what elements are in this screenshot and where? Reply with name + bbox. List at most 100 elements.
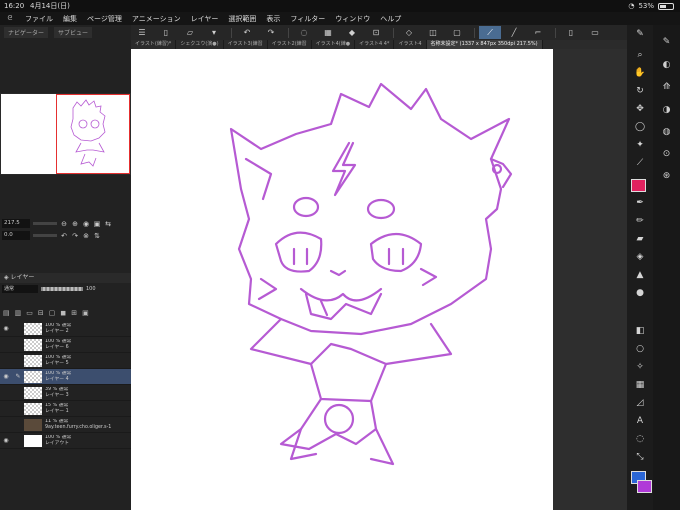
- background-color-swatch[interactable]: [637, 480, 652, 493]
- menu-icon[interactable]: ☰: [131, 26, 153, 39]
- menu-animation[interactable]: アニメーション: [127, 14, 186, 24]
- layer-row[interactable]: ◉ 100 % 通常 レイアウト: [0, 433, 131, 449]
- frame-icon[interactable]: ▦: [627, 380, 653, 390]
- new-raster-layer-icon[interactable]: ▤: [3, 309, 10, 319]
- visibility-eye-icon[interactable]: ◉: [0, 325, 12, 332]
- opacity-slider[interactable]: [41, 287, 83, 291]
- navigator-preview[interactable]: [0, 93, 131, 175]
- magic-wand-icon[interactable]: ✦: [627, 140, 653, 150]
- lasso-icon[interactable]: ◯: [627, 122, 653, 132]
- save-icon[interactable]: ▾: [203, 26, 225, 39]
- document-tab[interactable]: イラスト4: [394, 40, 427, 49]
- new-vector-layer-icon[interactable]: ▥: [15, 309, 22, 319]
- document-tab[interactable]: イラスト4(練●: [312, 40, 356, 49]
- gradient-icon[interactable]: ◧: [627, 326, 653, 336]
- blend-icon[interactable]: ▲: [627, 270, 653, 280]
- menu-selection[interactable]: 選択範囲: [223, 14, 261, 24]
- balloon-icon[interactable]: ◌: [627, 434, 653, 444]
- smartphone-icon[interactable]: ▯: [560, 26, 582, 39]
- pen-icon[interactable]: ✒: [627, 198, 653, 208]
- stabilize-icon[interactable]: ⌐: [527, 26, 549, 39]
- select-icon[interactable]: ◌: [293, 26, 315, 39]
- zoom-slider[interactable]: [33, 222, 57, 225]
- canvas-page[interactable]: [131, 49, 553, 510]
- document-tab[interactable]: シェクユウ(演●): [176, 40, 224, 49]
- ruler-icon[interactable]: ◿: [627, 398, 653, 408]
- new-folder-icon[interactable]: ▭: [26, 309, 33, 319]
- tool-property-icon[interactable]: ◑: [653, 105, 680, 115]
- document-tab[interactable]: イラスト(練習)*: [131, 40, 177, 49]
- blur-icon[interactable]: ●: [627, 288, 653, 298]
- hide-selection-icon[interactable]: ◇: [398, 26, 420, 39]
- menu-help[interactable]: ヘルプ: [375, 14, 406, 24]
- navigator-view-frame[interactable]: [56, 94, 130, 174]
- visibility-eye-icon[interactable]: ◉: [0, 373, 12, 380]
- layer-row[interactable]: 15 % 通常 レイヤー 1: [0, 401, 131, 417]
- pen-pressure-icon[interactable]: ╱: [503, 26, 525, 39]
- pen-settings-icon[interactable]: ✎: [627, 29, 653, 39]
- canvas-area[interactable]: [131, 49, 627, 510]
- sparkle-icon[interactable]: ✧: [627, 362, 653, 372]
- document-tab[interactable]: イラスト3(練習: [224, 40, 268, 49]
- reset-rotation-icon[interactable]: ⊗: [82, 232, 90, 240]
- search-icon[interactable]: ⊛: [653, 171, 680, 181]
- deselect-icon[interactable]: ▦: [317, 26, 339, 39]
- mask-icon[interactable]: ◼: [60, 309, 66, 319]
- pencil-icon[interactable]: ✏: [627, 216, 653, 226]
- edit-target-icon[interactable]: ✎: [12, 373, 24, 380]
- rotation-slider[interactable]: [33, 234, 57, 237]
- fit-icon[interactable]: ◉: [82, 220, 90, 228]
- tab-navigator[interactable]: ナビゲーター: [4, 26, 49, 38]
- menu-filter[interactable]: フィルター: [285, 14, 330, 24]
- document-tab[interactable]: イラスト2(練習: [268, 40, 312, 49]
- blend-mode-select[interactable]: 通常: [2, 285, 38, 293]
- redo-icon[interactable]: ↷: [260, 26, 282, 39]
- line-tool-icon[interactable]: ⤡: [627, 452, 653, 462]
- flip-v-icon[interactable]: ⇅: [93, 232, 101, 240]
- merge-icon[interactable]: ⊞: [71, 309, 77, 319]
- actual-size-icon[interactable]: ▣: [93, 220, 101, 228]
- layer-row[interactable]: 11 % 通常 9ay.teen.furry.cho.oliger.s-1: [0, 417, 131, 433]
- lock-icon[interactable]: ▢: [49, 309, 56, 319]
- clear-icon[interactable]: ▢: [446, 26, 468, 39]
- settings-icon[interactable]: ▭: [584, 26, 606, 39]
- visibility-eye-icon[interactable]: ◉: [0, 437, 12, 444]
- text-icon[interactable]: A: [627, 416, 653, 426]
- opacity-value[interactable]: 100: [86, 286, 96, 292]
- sub-tool-icon[interactable]: ⟰: [653, 82, 680, 92]
- fill-icon[interactable]: ◈: [627, 252, 653, 262]
- menu-edit[interactable]: 編集: [58, 14, 82, 24]
- menu-window[interactable]: ウィンドウ: [330, 14, 375, 24]
- app-logo-icon[interactable]: ᘓ: [0, 14, 20, 23]
- navigator-icon[interactable]: ⊙: [653, 149, 680, 159]
- layer-row[interactable]: ◉ ✎ 100 % 通常 レイヤー 4: [0, 369, 131, 385]
- fill-cmd-icon[interactable]: ◆: [341, 26, 363, 39]
- color-wheel-icon[interactable]: ◐: [653, 60, 680, 70]
- zoom-icon[interactable]: ⌕: [627, 50, 653, 60]
- menu-file[interactable]: ファイル: [20, 14, 58, 24]
- layer-row[interactable]: 100 % 通常 レイヤー 5: [0, 353, 131, 369]
- document-tab[interactable]: 名称未設定* (1337 x 847px 350dpi 217.5%): [426, 40, 543, 49]
- layer-row[interactable]: 39 % 通常 レイヤー 3: [0, 385, 131, 401]
- rotation-value[interactable]: 0.0: [2, 231, 30, 240]
- main-color-swatch[interactable]: [631, 179, 646, 192]
- transform-icon[interactable]: ⊡: [365, 26, 387, 39]
- move-icon[interactable]: ✥: [627, 104, 653, 114]
- clip-layer-icon[interactable]: ⊟: [38, 309, 44, 319]
- undo-icon[interactable]: ↶: [236, 26, 258, 39]
- ruler-active-icon[interactable]: ⟋: [479, 26, 501, 39]
- menu-view[interactable]: 表示: [261, 14, 285, 24]
- eraser-icon[interactable]: ▰: [627, 234, 653, 244]
- layer-row[interactable]: 100 % 通常 レイヤー 6: [0, 337, 131, 353]
- eyedropper-icon[interactable]: ⟋: [627, 158, 653, 168]
- zoom-value[interactable]: 217.5: [2, 219, 30, 228]
- document-tab[interactable]: イラスト4 4*: [355, 40, 395, 49]
- menu-layer[interactable]: レイヤー: [186, 14, 224, 24]
- menu-page[interactable]: ページ管理: [82, 14, 127, 24]
- rotate-right-icon[interactable]: ↷: [71, 232, 79, 240]
- brush-size-icon[interactable]: ◍: [653, 127, 680, 137]
- zoom-out-icon[interactable]: ⊖: [60, 220, 68, 228]
- rotate-left-icon[interactable]: ↶: [60, 232, 68, 240]
- new-file-icon[interactable]: ▯: [155, 26, 177, 39]
- crop-icon[interactable]: ◫: [422, 26, 444, 39]
